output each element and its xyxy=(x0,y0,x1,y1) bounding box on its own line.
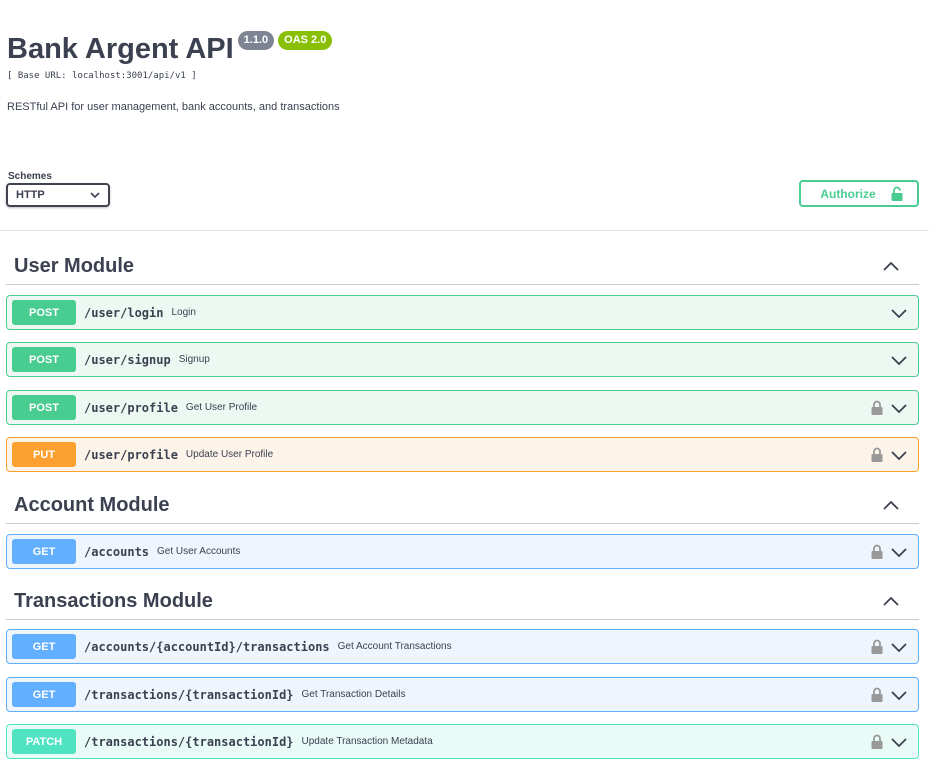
operation-row[interactable]: GET/accounts/{accountId}/transactions Get… xyxy=(6,629,919,664)
chevron-down-icon xyxy=(90,192,100,199)
operation-row[interactable]: POST/user/login Login xyxy=(6,295,919,330)
tag-section-header[interactable]: Account Module xyxy=(6,488,919,524)
lock-icon[interactable] xyxy=(870,400,884,416)
version-badge: 1.1.0 xyxy=(237,31,275,50)
lock-icon[interactable] xyxy=(870,447,884,463)
operation-summary: Get Transaction Details xyxy=(301,689,406,700)
method-badge: PATCH xyxy=(12,729,76,754)
tag-name: Transactions Module xyxy=(14,590,213,612)
lock-icon[interactable] xyxy=(870,544,884,560)
operation-summary: Get User Accounts xyxy=(157,546,241,557)
operation-row[interactable]: GET/transactions/{transactionId} Get Tran… xyxy=(6,677,919,712)
api-title: Bank Argent API xyxy=(7,33,234,65)
schemes-label: Schemes xyxy=(8,171,52,182)
chevron-down-icon[interactable] xyxy=(890,638,908,656)
header-divider xyxy=(0,230,929,231)
operation-row[interactable]: GET/accounts Get User Accounts xyxy=(6,534,919,569)
method-badge: GET xyxy=(12,682,76,707)
authorize-label: Authorize xyxy=(820,186,876,201)
lock-icon[interactable] xyxy=(870,639,884,655)
chevron-down-icon[interactable] xyxy=(890,446,908,464)
operation-summary: Update Transaction Metadata xyxy=(301,736,433,747)
chevron-down-icon[interactable] xyxy=(890,399,908,417)
chevron-up-icon[interactable] xyxy=(881,592,901,612)
operation-summary: Update User Profile xyxy=(185,449,274,460)
chevron-down-icon[interactable] xyxy=(890,351,908,369)
chevron-down-icon[interactable] xyxy=(890,733,908,751)
oas-badge: OAS 2.0 xyxy=(278,31,333,50)
method-badge: GET xyxy=(12,634,76,659)
method-badge: GET xyxy=(12,539,76,564)
method-badge: POST xyxy=(12,300,76,325)
method-badge: PUT xyxy=(12,442,76,467)
operation-row[interactable]: POST/user/profile Get User Profile xyxy=(6,390,919,425)
operation-path: /transactions/{transactionId} xyxy=(84,687,294,702)
chevron-down-icon[interactable] xyxy=(890,543,908,561)
operation-summary: Login xyxy=(171,307,196,318)
method-badge: POST xyxy=(12,395,76,420)
operation-row[interactable]: PUT/user/profile Update User Profile xyxy=(6,437,919,472)
operation-path: /user/profile xyxy=(84,400,178,415)
authorize-button[interactable]: Authorize xyxy=(799,180,919,207)
schemes-select[interactable]: HTTP xyxy=(6,183,110,207)
tag-name: Account Module xyxy=(14,494,170,516)
api-description: RESTful API for user management, bank ac… xyxy=(7,101,340,113)
operation-summary: Signup xyxy=(178,354,210,365)
chevron-down-icon[interactable] xyxy=(890,686,908,704)
operation-summary: Get User Profile xyxy=(185,402,258,413)
operation-path: /transactions/{transactionId} xyxy=(84,734,294,749)
operation-path: /accounts xyxy=(84,544,150,559)
base-url: [ Base URL: localhost:3001/api/v1 ] xyxy=(7,71,197,81)
unlock-icon xyxy=(891,186,903,201)
api-info: Bank Argent API 1.1.0 OAS 2.0 [ Base URL… xyxy=(7,30,333,81)
operation-summary: Get Account Transactions xyxy=(337,641,452,652)
operation-row[interactable]: POST/user/signup Signup xyxy=(6,342,919,377)
method-badge: POST xyxy=(12,347,76,372)
operation-path: /user/signup xyxy=(84,352,171,367)
operation-path: /user/profile xyxy=(84,447,178,462)
operation-path: /accounts/{accountId}/transactions xyxy=(84,639,330,654)
tag-section-header[interactable]: Transactions Module xyxy=(6,584,919,620)
lock-icon[interactable] xyxy=(870,734,884,750)
tag-section-header[interactable]: User Module xyxy=(6,249,919,285)
tag-name: User Module xyxy=(14,255,135,277)
chevron-up-icon[interactable] xyxy=(881,496,901,516)
chevron-down-icon[interactable] xyxy=(890,304,908,322)
operation-row[interactable]: PATCH/transactions/{transactionId} Update… xyxy=(6,724,919,759)
schemes-selected-value: HTTP xyxy=(16,189,45,201)
operation-path: /user/login xyxy=(84,305,164,320)
chevron-up-icon[interactable] xyxy=(881,257,901,277)
lock-icon[interactable] xyxy=(870,687,884,703)
